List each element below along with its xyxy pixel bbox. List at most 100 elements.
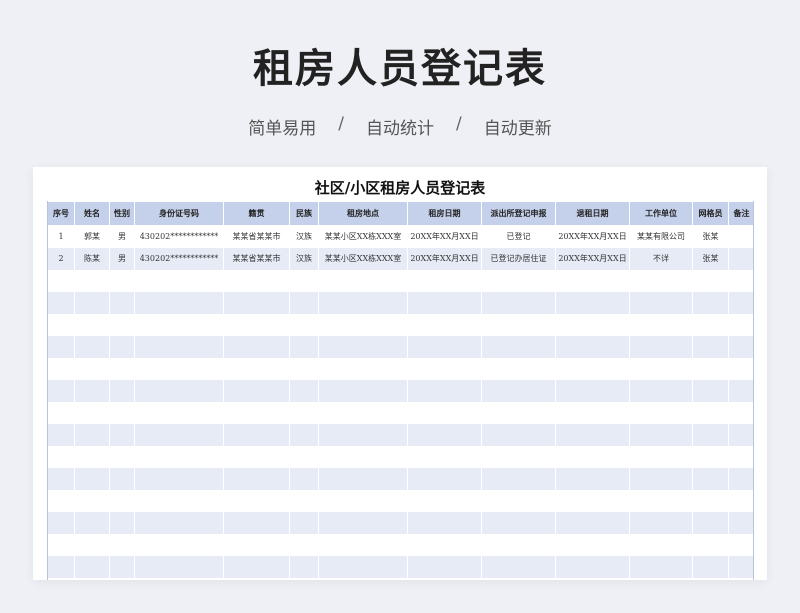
table-cell[interactable] xyxy=(728,379,755,402)
table-cell[interactable] xyxy=(318,313,408,336)
table-cell[interactable] xyxy=(223,445,290,468)
table-cell[interactable] xyxy=(481,467,556,490)
table-cell[interactable] xyxy=(47,313,75,336)
table-cell[interactable] xyxy=(692,467,729,490)
table-cell[interactable] xyxy=(223,533,290,556)
table-cell[interactable] xyxy=(47,269,75,292)
table-cell[interactable] xyxy=(289,313,319,336)
table-cell[interactable] xyxy=(481,401,556,424)
table-cell[interactable] xyxy=(47,467,75,490)
table-cell[interactable] xyxy=(728,555,755,578)
table-cell[interactable] xyxy=(289,379,319,402)
table-cell[interactable]: 20XX年XX月XX日 xyxy=(555,225,630,248)
table-cell[interactable] xyxy=(134,445,224,468)
table-cell[interactable] xyxy=(74,533,110,556)
table-cell[interactable] xyxy=(289,291,319,314)
table-cell[interactable] xyxy=(728,313,755,336)
table-cell[interactable] xyxy=(629,489,693,512)
table-cell[interactable]: 某某小区XX栋XXX室 xyxy=(318,247,408,270)
table-cell[interactable] xyxy=(289,445,319,468)
table-cell[interactable] xyxy=(555,533,630,556)
table-cell[interactable] xyxy=(407,533,482,556)
table-cell[interactable] xyxy=(629,291,693,314)
table-cell[interactable]: 430202************ xyxy=(134,225,224,248)
table-cell[interactable] xyxy=(109,269,135,292)
table-cell[interactable] xyxy=(692,511,729,534)
table-cell[interactable] xyxy=(407,423,482,446)
table-cell[interactable] xyxy=(47,511,75,534)
table-cell[interactable] xyxy=(555,379,630,402)
table-cell[interactable] xyxy=(134,423,224,446)
table-cell[interactable] xyxy=(289,467,319,490)
table-cell[interactable]: 张某 xyxy=(692,247,729,270)
table-cell[interactable] xyxy=(289,269,319,292)
table-cell[interactable] xyxy=(47,357,75,380)
table-cell[interactable] xyxy=(223,335,290,358)
table-cell[interactable] xyxy=(728,357,755,380)
table-cell[interactable]: 20XX年XX月XX日 xyxy=(407,247,482,270)
table-cell[interactable] xyxy=(629,313,693,336)
table-cell[interactable] xyxy=(629,379,693,402)
table-cell[interactable] xyxy=(223,555,290,578)
table-cell[interactable] xyxy=(109,445,135,468)
table-cell[interactable] xyxy=(629,533,693,556)
table-cell[interactable] xyxy=(407,511,482,534)
table-cell[interactable] xyxy=(728,445,755,468)
table-cell[interactable] xyxy=(47,291,75,314)
table-cell[interactable] xyxy=(481,511,556,534)
table-cell[interactable] xyxy=(728,423,755,446)
table-cell[interactable]: 430202************ xyxy=(134,247,224,270)
table-cell[interactable] xyxy=(318,423,408,446)
table-cell[interactable] xyxy=(223,269,290,292)
table-cell[interactable] xyxy=(629,269,693,292)
table-cell[interactable] xyxy=(289,423,319,446)
table-cell[interactable] xyxy=(318,445,408,468)
table-cell[interactable] xyxy=(223,357,290,380)
table-cell[interactable] xyxy=(47,401,75,424)
table-cell[interactable] xyxy=(223,467,290,490)
table-cell[interactable] xyxy=(692,269,729,292)
table-cell[interactable]: 2 xyxy=(47,247,75,270)
table-cell[interactable] xyxy=(289,533,319,556)
table-cell[interactable] xyxy=(629,467,693,490)
table-cell[interactable] xyxy=(481,379,556,402)
table-cell[interactable] xyxy=(728,401,755,424)
table-cell[interactable]: 某某有限公司 xyxy=(629,225,693,248)
table-cell[interactable] xyxy=(629,335,693,358)
table-cell[interactable]: 不详 xyxy=(629,247,693,270)
table-cell[interactable] xyxy=(223,313,290,336)
table-cell[interactable] xyxy=(74,489,110,512)
table-cell[interactable] xyxy=(555,489,630,512)
table-cell[interactable]: 某某省某某市 xyxy=(223,225,290,248)
table-cell[interactable] xyxy=(47,445,75,468)
table-cell[interactable]: 已登记办居住证 xyxy=(481,247,556,270)
table-cell[interactable] xyxy=(728,533,755,556)
table-cell[interactable] xyxy=(407,555,482,578)
table-cell[interactable] xyxy=(555,467,630,490)
table-cell[interactable] xyxy=(134,489,224,512)
table-cell[interactable] xyxy=(555,313,630,336)
table-cell[interactable] xyxy=(629,423,693,446)
table-cell[interactable] xyxy=(692,379,729,402)
table-cell[interactable] xyxy=(74,313,110,336)
table-cell[interactable] xyxy=(407,269,482,292)
table-cell[interactable] xyxy=(692,335,729,358)
table-cell[interactable] xyxy=(134,269,224,292)
table-cell[interactable] xyxy=(555,335,630,358)
table-cell[interactable] xyxy=(555,555,630,578)
table-cell[interactable] xyxy=(109,401,135,424)
table-cell[interactable] xyxy=(555,401,630,424)
table-cell[interactable] xyxy=(692,423,729,446)
table-cell[interactable] xyxy=(481,357,556,380)
table-cell[interactable] xyxy=(728,467,755,490)
table-cell[interactable] xyxy=(728,291,755,314)
table-cell[interactable] xyxy=(289,357,319,380)
table-cell[interactable]: 汉族 xyxy=(289,225,319,248)
table-cell[interactable]: 某某省某某市 xyxy=(223,247,290,270)
table-cell[interactable] xyxy=(728,225,755,248)
table-cell[interactable] xyxy=(318,357,408,380)
table-cell[interactable] xyxy=(74,269,110,292)
table-cell[interactable]: 陈某 xyxy=(74,247,110,270)
table-cell[interactable] xyxy=(692,357,729,380)
table-cell[interactable]: 汉族 xyxy=(289,247,319,270)
